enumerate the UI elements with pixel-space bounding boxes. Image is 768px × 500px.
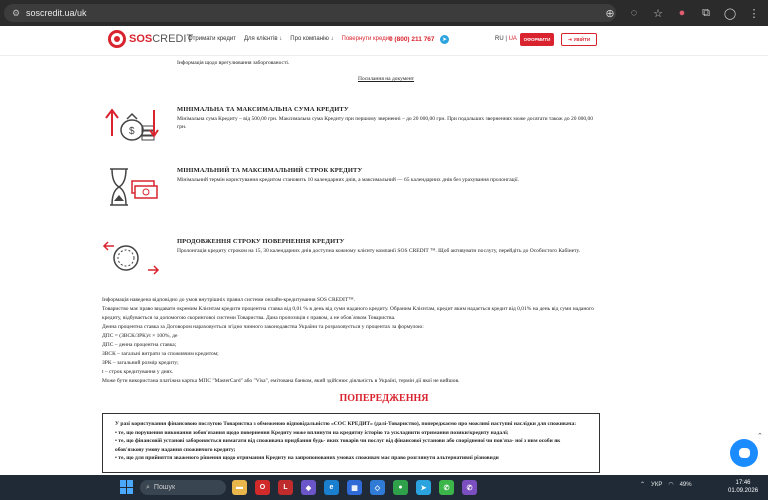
viber-icon[interactable]: ✆ <box>462 480 477 495</box>
clock-date: 01.09.2026 <box>728 488 759 494</box>
browser-actions: ⊕ ◌ ☆ ● ⧉ ◯ ⋮ <box>602 5 762 21</box>
info-line: Інформація наведена відповідно до умов в… <box>102 297 355 303</box>
lastpass-icon[interactable]: L <box>278 480 293 495</box>
telegram-app-icon[interactable]: ➤ <box>416 480 431 495</box>
main-nav: Отримати кредит Для клієнтів ↓ Про компа… <box>188 36 392 42</box>
site-info-icon[interactable]: ⚙ <box>12 8 22 18</box>
lang-ru[interactable]: RU <box>495 36 504 42</box>
bookmark-star-icon[interactable]: ☆ <box>650 5 666 21</box>
scroll-up-icon[interactable]: ⌃ <box>757 432 763 440</box>
taskbar-search[interactable]: ⌕ Пошук <box>140 480 226 495</box>
info-line: Товариство має право видавати окремим Кл… <box>102 306 594 321</box>
feature-term-text: Мінімальний термін користування кредитом… <box>177 177 520 183</box>
puzzle-icon[interactable]: ⧉ <box>698 5 714 21</box>
clock-time: 17:46 <box>735 480 751 486</box>
chrome-icon[interactable]: ● <box>393 480 408 495</box>
info-line: Може бути використана платіжна картка МП… <box>102 378 460 384</box>
feature-term-title: МІНІМАЛЬНИЙ ТА МАКСИМАЛЬНИЙ СТРОК КРЕДИТ… <box>177 167 363 174</box>
info-line: Денна процентна ставка за Договором нара… <box>102 324 424 330</box>
warning-line: • те, що фінансовій установі забороняєть… <box>115 438 561 453</box>
document-link[interactable]: Посилання на документ <box>358 76 414 82</box>
language-switch: RU | UA <box>495 36 517 42</box>
chat-button[interactable] <box>730 439 758 467</box>
address-bar[interactable]: ⚙ soscredit.ua/uk <box>4 4 616 22</box>
battery-level[interactable]: 49% <box>680 482 692 488</box>
taskbar: ⌕ Пошук ▬ O L ◆ e ▦ ◇ ● ➤ ✆ ✆ ⌃ УКР ◠ 49… <box>0 475 768 500</box>
lang-ua[interactable]: UA <box>509 36 517 42</box>
warning-line: • те, що порушення виконання зобов'язанн… <box>115 429 509 436</box>
taskbar-apps: ▬ O L ◆ e ▦ ◇ ● ➤ ✆ ✆ <box>232 480 477 495</box>
logo-sos: SOS <box>129 33 153 45</box>
profile-icon[interactable]: ◯ <box>722 5 738 21</box>
login-button[interactable]: ⇥ УВІЙТИ <box>561 33 597 46</box>
store-icon[interactable]: ▦ <box>347 480 362 495</box>
nav-repay[interactable]: Повернути кредит <box>342 36 392 42</box>
clock[interactable]: 17:46 01.09.2026 <box>728 479 758 495</box>
dropbox-icon[interactable]: ◇ <box>370 480 385 495</box>
nav-about[interactable]: Про компанію ↓ <box>290 36 333 42</box>
site-header: SOS CREDIT Отримати кредит Для клієнтів … <box>0 26 768 56</box>
tray-chevron-icon[interactable]: ⌃ <box>640 481 645 488</box>
apply-button[interactable]: ОФОРМИТИ <box>520 33 554 46</box>
file-explorer-icon[interactable]: ▬ <box>232 480 247 495</box>
hide-icon[interactable]: ◌ <box>626 5 642 21</box>
feature-prolongation-title: ПРОДОВЖЕННЯ СТРОКУ ПОВЕРНЕННЯ КРЕДИТУ <box>177 238 345 245</box>
login-icon: ⇥ <box>567 36 572 42</box>
nav-for-clients[interactable]: Для клієнтів ↓ <box>244 36 282 42</box>
lang-separator: | <box>505 36 507 42</box>
telegram-icon[interactable]: ➤ <box>440 35 449 44</box>
money-bag-icon: $ <box>105 108 159 141</box>
extension-icon[interactable]: ● <box>674 5 690 21</box>
terms-info: Інформація наведена відповідно до умов в… <box>102 296 602 386</box>
nav-get-credit[interactable]: Отримати кредит <box>188 36 236 42</box>
warning-title: ПОПЕРЕДЖЕННЯ <box>339 393 429 404</box>
photos-icon[interactable]: ◆ <box>301 480 316 495</box>
info-line: ЗРК – загальний розмір кредиту; <box>102 360 179 366</box>
logo[interactable]: SOS CREDIT <box>108 30 193 48</box>
language-indicator[interactable]: УКР <box>651 482 662 488</box>
warning-box: У разі користування фінансовою послугою … <box>102 413 600 473</box>
wifi-icon[interactable]: ◠ <box>668 481 673 488</box>
info-line: ДПС – денна процентна ставка; <box>102 342 177 348</box>
svg-text:$: $ <box>129 126 135 137</box>
logo-mark-icon <box>108 30 126 48</box>
taskbar-search-label: Пошук <box>153 484 176 491</box>
phone-number[interactable]: 0 (800) 211 767 <box>389 36 435 43</box>
menu-icon[interactable]: ⋮ <box>746 5 762 21</box>
address-text[interactable]: soscredit.ua/uk <box>26 8 87 18</box>
warning-line: • те, що для прийняття зваженого рішення… <box>115 455 499 461</box>
system-tray: ⌃ УКР ◠ 49% <box>640 481 692 489</box>
whatsapp-icon[interactable]: ✆ <box>439 480 454 495</box>
debt-settlement-text: Інформація щодо врегулювання заборговано… <box>177 60 290 66</box>
coin-arrows-icon <box>102 241 160 275</box>
feature-amount-text: Мінімальна сума Кредиту – від 500,00 грн… <box>177 116 593 130</box>
info-line: t – строк кредитування у днях. <box>102 369 174 375</box>
feature-prolongation-text: Пролонгація кредиту строком на 15, 30 ка… <box>177 248 581 254</box>
edge-icon[interactable]: e <box>324 480 339 495</box>
feature-amount-title: МІНІМАЛЬНА ТА МАКСИМАЛЬНА СУМА КРЕДИТУ <box>177 106 349 113</box>
chat-bubble-icon <box>738 448 750 458</box>
info-line: ЗВСК – загальні витрати за споживчим кре… <box>102 351 219 357</box>
login-label: УВІЙТИ <box>573 37 591 42</box>
warning-line: У разі користування фінансовою послугою … <box>115 421 577 427</box>
zoom-icon[interactable]: ⊕ <box>602 5 618 21</box>
start-button[interactable] <box>120 480 134 494</box>
search-icon: ⌕ <box>146 483 150 491</box>
info-line: ДПС = (ЗВСК/ЗРК)/t × 100%, де <box>102 333 178 339</box>
hourglass-money-icon <box>110 168 158 206</box>
opera-icon[interactable]: O <box>255 480 270 495</box>
browser-toolbar: ⚙ soscredit.ua/uk ⊕ ◌ ☆ ● ⧉ ◯ ⋮ <box>0 0 768 26</box>
